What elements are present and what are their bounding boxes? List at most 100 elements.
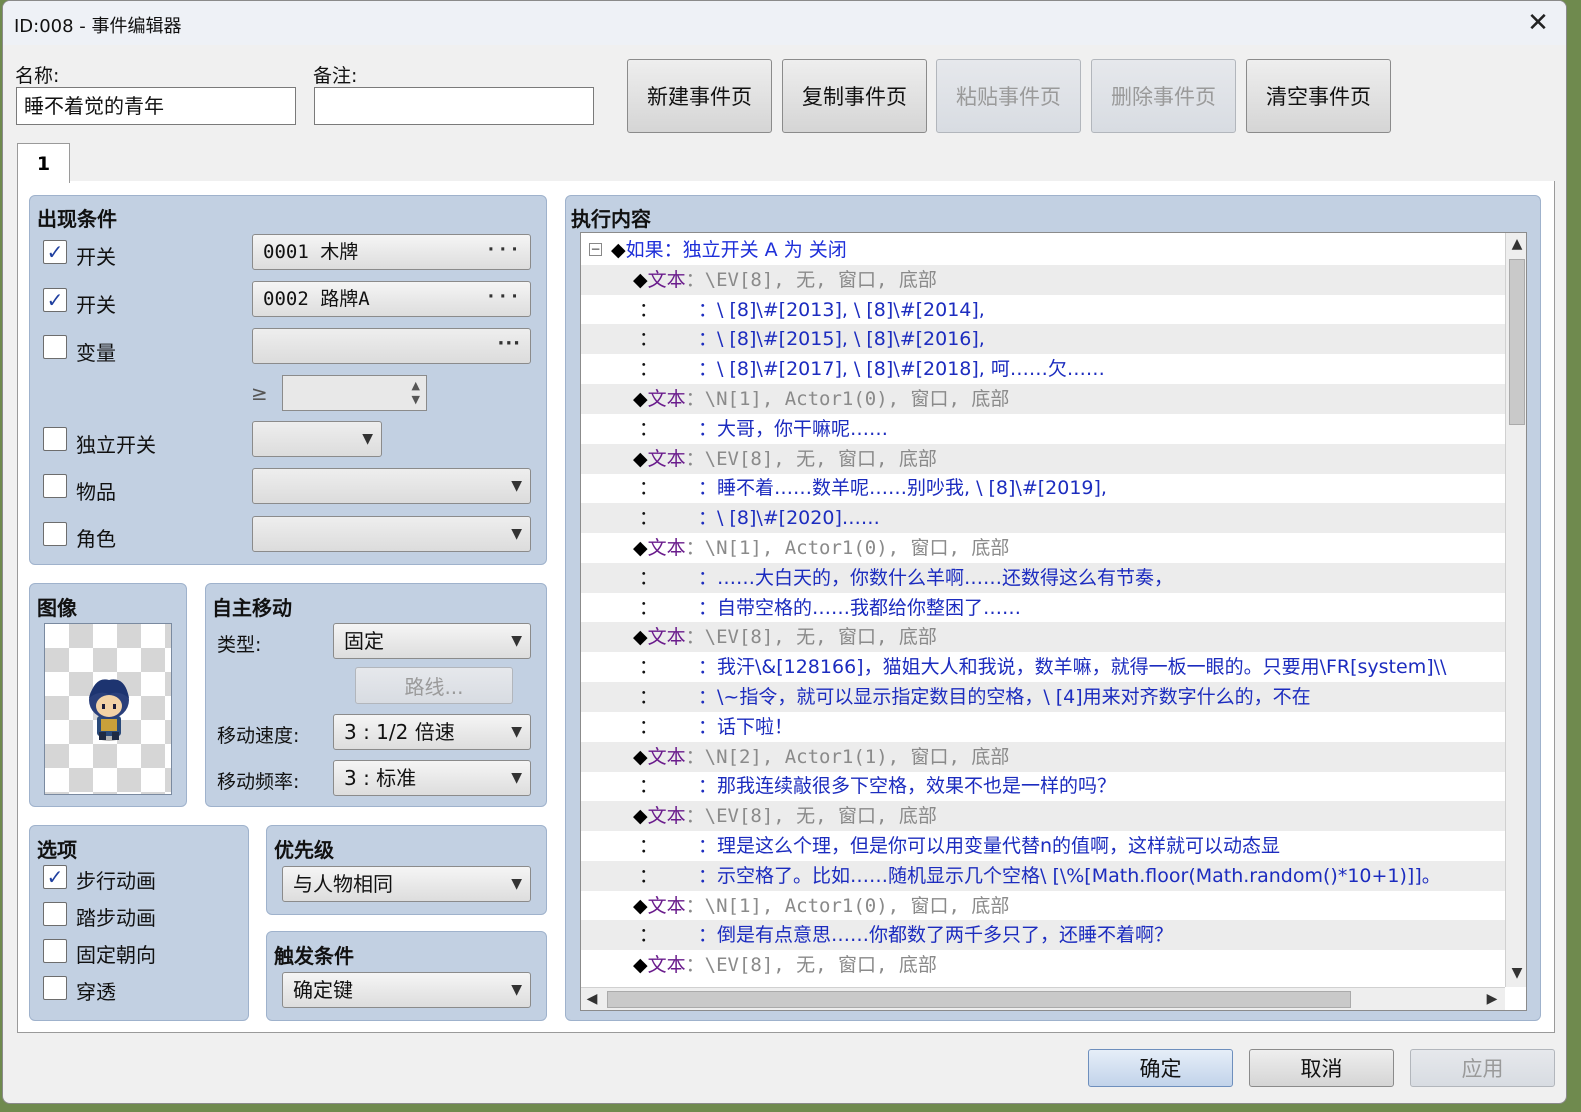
paste-page-button[interactable]: 粘贴事件页: [936, 59, 1081, 133]
through-label: 穿透: [76, 980, 116, 1004]
message-text: ：\ [8]\#[2017], \ [8]\#[2018], 呵……欠……: [698, 358, 1105, 381]
actor-select[interactable]: ▼: [252, 516, 531, 552]
close-icon[interactable]: ✕: [1522, 7, 1554, 39]
command-line[interactable]: ： ：\ [8]\#[2013], \ [8]\#[2014],: [581, 295, 1505, 325]
switch1-checkbox[interactable]: ✓: [43, 240, 67, 264]
command-line[interactable]: ◆文本：\EV[8], 无, 窗口, 底部: [581, 801, 1505, 832]
command-line[interactable]: ： ：自带空格的……我都给你整困了……: [581, 593, 1505, 623]
command-line[interactable]: ◆文本：\EV[8], 无, 窗口, 底部: [581, 622, 1505, 653]
command-params: ：\EV[8], 无, 窗口, 底部: [685, 268, 937, 291]
variable-checkbox[interactable]: [43, 335, 67, 359]
continuation-marker: ：: [639, 298, 659, 321]
note-input[interactable]: [314, 87, 594, 125]
scroll-down-icon[interactable]: ▼: [1506, 965, 1526, 981]
movement-speed-select[interactable]: 3 : 1/2 倍速 ▼: [333, 714, 531, 750]
apply-button[interactable]: 应用: [1410, 1049, 1555, 1087]
command-line[interactable]: − ◆如果：独立开关 A 为 关闭: [581, 235, 1505, 265]
command-line[interactable]: ： ：睡不着……数羊呢……别吵我, \ [8]\#[2019],: [581, 473, 1505, 503]
copy-page-button[interactable]: 复制事件页: [782, 59, 927, 133]
scroll-right-icon[interactable]: ▶: [1481, 991, 1503, 1007]
vertical-scrollbar[interactable]: ▲ ▼: [1505, 233, 1526, 987]
command-line[interactable]: ： ：大哥，你干嘛呢……: [581, 414, 1505, 444]
chevron-down-icon: ▼: [511, 770, 522, 786]
name-input[interactable]: 睡不着觉的青年: [16, 87, 296, 125]
chevron-down-icon: ▼: [511, 876, 522, 892]
item-select[interactable]: ▼: [252, 468, 531, 504]
clear-page-button[interactable]: 清空事件页: [1246, 59, 1391, 133]
delete-page-button[interactable]: 删除事件页: [1091, 59, 1236, 133]
switch1-select[interactable]: 0001 木牌 ···: [252, 234, 531, 270]
event-graphic-preview[interactable]: [44, 623, 172, 795]
command-line[interactable]: ： ：……大白天的，你数什么羊啊……还数得这么有节奏，: [581, 562, 1505, 593]
message-text: ：倒是有点意思……你都数了两千多只了，还睡不着啊？: [698, 924, 1174, 947]
command-params: ：\EV[8], 无, 窗口, 底部: [685, 805, 937, 828]
character-sprite-icon: [89, 679, 129, 741]
variable-value-spinner[interactable]: ▲ ▼: [282, 375, 427, 411]
command-line[interactable]: ： ：示空格了。比如……随机显示几个空格\ [\%[Math.floor(Math…: [581, 860, 1505, 891]
spin-down-icon[interactable]: ▼: [412, 394, 420, 406]
command-line[interactable]: ◆文本：\EV[8], 无, 窗口, 底部: [581, 950, 1505, 980]
message-text: ：理是这么个理，但是你可以用变量代替n的值啊，这样就可以动态显: [698, 835, 1281, 857]
switch2-checkbox[interactable]: ✓: [43, 288, 67, 312]
direction-fix-checkbox[interactable]: [43, 939, 67, 963]
through-checkbox[interactable]: [43, 976, 67, 1000]
command-keyword: 文本: [647, 388, 686, 410]
collapse-icon[interactable]: −: [589, 243, 602, 256]
command-line[interactable]: ◆文本：\EV[8], 无, 窗口, 底部: [581, 264, 1505, 295]
trigger-select[interactable]: 确定键 ▼: [282, 972, 531, 1008]
horizontal-scrollbar[interactable]: ◀ ▶: [581, 987, 1505, 1010]
walking-anim-checkbox[interactable]: ✓: [43, 865, 67, 889]
check-icon: ✓: [46, 288, 64, 312]
command-line[interactable]: ： ：\ [8]\#[2020]……: [581, 503, 1505, 534]
event-command-list[interactable]: − ◆如果：独立开关 A 为 关闭 ◆文本：\EV[8], 无, 窗口, 底部：：\…: [580, 232, 1527, 1011]
command-params: ：\N[1], Actor1(0), 窗口, 底部: [685, 537, 1010, 559]
variable-select[interactable]: ···: [252, 328, 531, 364]
command-keyword: 如果: [625, 239, 664, 261]
command-line[interactable]: ： ：话下啦！: [581, 712, 1505, 742]
route-button[interactable]: 路线...: [355, 667, 513, 704]
options-title: 选项: [37, 838, 77, 862]
command-line[interactable]: ◆文本：\N[1], Actor1(0), 窗口, 底部: [581, 533, 1505, 563]
tab-page-1[interactable]: 1: [17, 143, 70, 183]
switch2-select[interactable]: 0002 路牌A ···: [252, 281, 531, 317]
switch1-label: 开关: [76, 245, 116, 269]
command-line[interactable]: ： ：\ [8]\#[2017], \ [8]\#[2018], 呵……欠……: [581, 354, 1505, 384]
priority-select[interactable]: 与人物相同 ▼: [282, 866, 531, 902]
command-line[interactable]: ◆文本：\N[1], Actor1(0), 窗口, 底部: [581, 891, 1505, 921]
message-text: ：睡不着……数羊呢……别吵我, \ [8]\#[2019],: [698, 477, 1107, 500]
scroll-left-icon[interactable]: ◀: [581, 991, 603, 1007]
movement-speed-label: 移动速度:: [217, 725, 300, 747]
self-switch-checkbox[interactable]: [43, 427, 67, 451]
command-line[interactable]: ： ：那我连续敲很多下空格，效果不也是一样的吗？: [581, 771, 1505, 801]
continuation-marker: ：: [639, 864, 659, 887]
command-marker: ◆: [633, 745, 648, 768]
new-page-button[interactable]: 新建事件页: [627, 59, 772, 133]
continuation-marker: ：: [639, 835, 659, 857]
vertical-scroll-thumb[interactable]: [1509, 259, 1525, 425]
command-line[interactable]: ◆文本：\N[2], Actor1(1), 窗口, 底部: [581, 741, 1505, 772]
command-line[interactable]: ： ：理是这么个理，但是你可以用变量代替n的值啊，这样就可以动态显: [581, 831, 1505, 861]
more-icon: ···: [497, 333, 521, 354]
scroll-up-icon[interactable]: ▲: [1506, 236, 1526, 252]
ok-button[interactable]: 确定: [1088, 1049, 1233, 1087]
actor-checkbox[interactable]: [43, 522, 67, 546]
check-icon: ✓: [46, 865, 64, 889]
item-checkbox[interactable]: [43, 474, 67, 498]
horizontal-scroll-thumb[interactable]: [607, 991, 1351, 1008]
command-marker: ◆: [633, 954, 648, 977]
window-title: ID:008 - 事件编辑器: [14, 16, 182, 37]
command-line[interactable]: ： ：\~指令，就可以显示指定数目的空格，\ [4]用来对齐数字什么的，不在: [581, 682, 1505, 712]
movement-frequency-select[interactable]: 3 : 标准 ▼: [333, 760, 531, 796]
more-icon: ···: [485, 239, 521, 260]
movement-type-select[interactable]: 固定 ▼: [333, 623, 531, 659]
command-line[interactable]: ： ：\ [8]\#[2015], \ [8]\#[2016],: [581, 324, 1505, 355]
stepping-anim-checkbox[interactable]: [43, 902, 67, 926]
command-line[interactable]: ◆文本：\N[1], Actor1(0), 窗口, 底部: [581, 384, 1505, 414]
direction-fix-label: 固定朝向: [76, 943, 156, 967]
spin-up-icon[interactable]: ▲: [412, 380, 420, 392]
command-line[interactable]: ： ：我汗\&[128166]，猫姐大人和我说，数羊嘛，就得一板一眼的。只要用\F…: [581, 652, 1505, 682]
command-line[interactable]: ◆文本：\EV[8], 无, 窗口, 底部: [581, 443, 1505, 474]
cancel-button[interactable]: 取消: [1249, 1049, 1394, 1087]
self-switch-select[interactable]: ▼: [252, 421, 382, 457]
command-line[interactable]: ： ：倒是有点意思……你都数了两千多只了，还睡不着啊？: [581, 920, 1505, 951]
